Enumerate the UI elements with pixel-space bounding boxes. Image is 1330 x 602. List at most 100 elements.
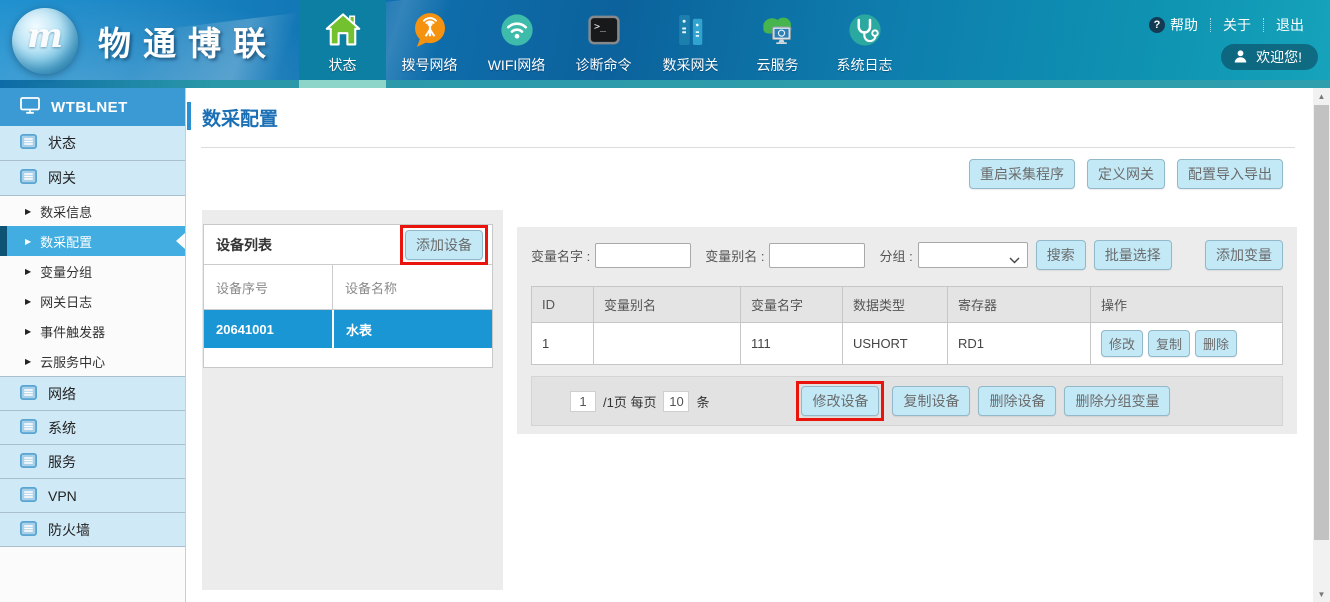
sidebar-item-firewall[interactable]: 防火墙 [0, 513, 185, 547]
sidebar-item-data-collection-info[interactable]: ▶ 数采信息 [0, 196, 185, 226]
search-button[interactable]: 搜索 [1036, 240, 1086, 270]
list-icon [20, 169, 37, 187]
link-separator [1263, 18, 1264, 32]
variable-row: 1 111 USHORT RD1 修改 复制 删除 [532, 323, 1283, 365]
define-gateway-button[interactable]: 定义网关 [1087, 159, 1165, 189]
modify-device-button[interactable]: 修改设备 [801, 386, 879, 416]
sidebar-item-event-trigger[interactable]: ▶ 事件触发器 [0, 316, 185, 346]
nav-item-wifi-network[interactable]: WIFI网络 [473, 0, 560, 88]
add-device-button[interactable]: 添加设备 [405, 230, 483, 260]
home-icon [321, 8, 365, 52]
logout-link[interactable]: 退出 [1276, 15, 1304, 35]
sidebar-item-system[interactable]: 系统 [0, 411, 185, 445]
list-icon [20, 419, 37, 437]
nav-item-diagnostic-command[interactable]: >_ 诊断命令 [560, 0, 647, 88]
column-header-id: ID [532, 287, 594, 323]
var-alias-label: 变量别名 : [705, 246, 764, 265]
device-table-header: 设备序号 设备名称 [204, 265, 492, 310]
device-action-buttons: 修改设备 复制设备 删除设备 删除分组变量 [796, 381, 1170, 421]
page-title: 数采配置 [202, 104, 278, 131]
sidebar: WTBLNET 状态 网关 ▶ 数采信息 ▶ 数采配置 ▶ 变量分组 ▶ 网关日… [0, 88, 186, 602]
column-header-alias: 变量别名 [594, 287, 741, 323]
triangle-right-icon: ▶ [25, 297, 31, 306]
sidebar-item-service[interactable]: 服务 [0, 445, 185, 479]
help-label: 帮助 [1170, 15, 1198, 35]
modify-variable-button[interactable]: 修改 [1101, 330, 1143, 357]
triangle-right-icon: ▶ [25, 327, 31, 336]
nav-item-dialup-network[interactable]: 拨号网络 [386, 0, 473, 88]
list-icon [20, 453, 37, 471]
list-icon [20, 134, 37, 152]
device-list-header: 设备列表 添加设备 [204, 225, 492, 265]
sidebar-item-status[interactable]: 状态 [0, 126, 185, 161]
list-icon [20, 487, 37, 505]
list-icon [20, 385, 37, 403]
nav-item-cloud-service[interactable]: 云服务 [734, 0, 821, 88]
scroll-down-arrow[interactable]: ▼ [1313, 586, 1330, 602]
sidebar-item-gateway-log[interactable]: ▶ 网关日志 [0, 286, 185, 316]
welcome-text: 欢迎您! [1256, 47, 1302, 67]
sidebar-item-variable-group[interactable]: ▶ 变量分组 [0, 256, 185, 286]
nav-item-status[interactable]: 状态 [299, 0, 386, 88]
list-icon [20, 521, 37, 539]
nav-item-data-gateway[interactable]: 数采网关 [647, 0, 734, 88]
syslog-icon [843, 8, 887, 52]
page-count-label: /1页 每页 [603, 392, 656, 411]
sidebar-item-network[interactable]: 网络 [0, 377, 185, 411]
per-page-input[interactable] [663, 391, 689, 412]
vertical-scrollbar: ▲ ▼ [1313, 88, 1330, 602]
link-separator [1210, 18, 1211, 32]
sidebar-item-vpn[interactable]: VPN [0, 479, 185, 513]
copy-device-button[interactable]: 复制设备 [892, 386, 970, 416]
cloud-icon [756, 8, 800, 52]
device-list-column: 设备列表 添加设备 设备序号 设备名称 20641001 水表 [202, 210, 503, 590]
page-toolbar: 重启采集程序 定义网关 配置导入导出 [969, 159, 1283, 189]
scroll-up-arrow[interactable]: ▲ [1313, 88, 1330, 104]
restart-collector-button[interactable]: 重启采集程序 [969, 159, 1075, 189]
config-import-export-button[interactable]: 配置导入导出 [1177, 159, 1283, 189]
delete-group-variables-button[interactable]: 删除分组变量 [1064, 386, 1170, 416]
nav-item-system-log[interactable]: 系统日志 [821, 0, 908, 88]
about-link[interactable]: 关于 [1223, 15, 1251, 35]
brand-name: 物通博联 [98, 17, 278, 65]
sidebar-item-data-collection-config[interactable]: ▶ 数采配置 [0, 226, 185, 256]
delete-variable-button[interactable]: 删除 [1195, 330, 1237, 357]
variable-actions-cell: 修改 复制 删除 [1091, 323, 1283, 365]
var-name-input[interactable] [595, 243, 691, 268]
logo-globe-icon [12, 8, 78, 74]
batch-select-button[interactable]: 批量选择 [1094, 240, 1172, 270]
device-row-selected[interactable]: 20641001 水表 [204, 310, 492, 348]
sidebar-item-gateway[interactable]: 网关 [0, 161, 185, 196]
page-number-input[interactable] [570, 391, 596, 412]
dialup-network-icon [408, 8, 452, 52]
device-serial-column-header: 设备序号 [204, 265, 332, 309]
group-select[interactable] [918, 242, 1028, 268]
variable-table-header-row: ID 变量别名 变量名字 数据类型 寄存器 操作 [532, 287, 1283, 323]
add-variable-button[interactable]: 添加变量 [1205, 240, 1283, 270]
device-list-title: 设备列表 [216, 235, 272, 255]
scrollbar-thumb[interactable] [1314, 105, 1329, 540]
help-link[interactable]: ? 帮助 [1149, 15, 1198, 35]
triangle-right-icon: ▶ [25, 357, 31, 366]
variable-name-cell: 111 [741, 323, 843, 365]
variable-table: ID 变量别名 变量名字 数据类型 寄存器 操作 1 111 USHORT R [531, 286, 1283, 365]
annotation-box-modify-device: 修改设备 [796, 381, 884, 421]
sidebar-device-title: WTBLNET [0, 88, 185, 126]
variable-type-cell: USHORT [843, 323, 948, 365]
sidebar-item-cloud-service-center[interactable]: ▶ 云服务中心 [0, 346, 185, 376]
pagination-bar: /1页 每页 条 修改设备 复制设备 删除设备 删除分组变量 [531, 376, 1283, 426]
var-name-label: 变量名字 : [531, 246, 590, 265]
per-page-unit-label: 条 [696, 392, 709, 411]
help-icon: ? [1149, 17, 1165, 33]
monitor-icon [20, 97, 40, 118]
header-links: ? 帮助 关于 退出 [1149, 15, 1304, 35]
delete-device-button[interactable]: 删除设备 [978, 386, 1056, 416]
terminal-icon: >_ [582, 8, 626, 52]
triangle-right-icon: ▶ [25, 267, 31, 276]
variable-register-cell: RD1 [948, 323, 1091, 365]
column-header-data-type: 数据类型 [843, 287, 948, 323]
main-content: 数采配置 重启采集程序 定义网关 配置导入导出 设备列表 添加设备 设备序号 设… [187, 88, 1313, 602]
var-alias-input[interactable] [769, 243, 865, 268]
copy-variable-button[interactable]: 复制 [1148, 330, 1190, 357]
user-welcome-pill[interactable]: 欢迎您! [1221, 44, 1318, 70]
